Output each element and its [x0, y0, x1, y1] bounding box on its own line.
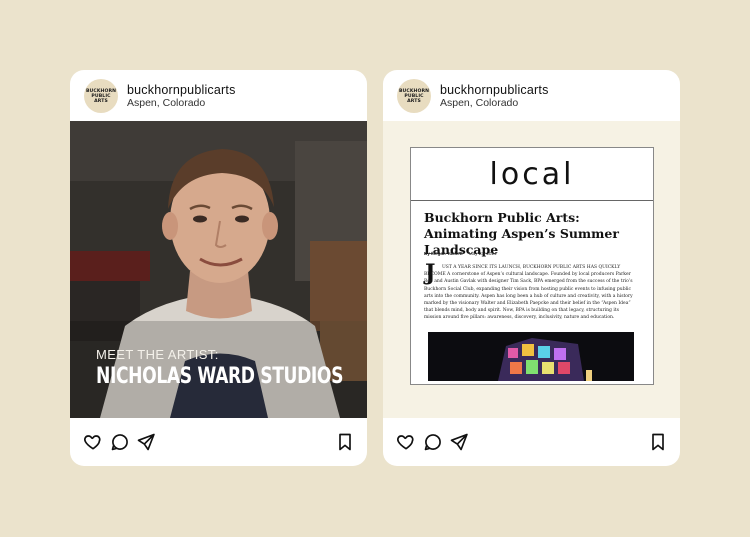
comment-icon[interactable]: [423, 432, 443, 452]
comment-icon[interactable]: [110, 432, 130, 452]
post-header: BUCKHORN PUBLIC ARTS buckhornpublicarts …: [383, 70, 680, 121]
post-card-artist: BUCKHORN PUBLIC ARTS buckhornpublicarts …: [70, 70, 367, 466]
location[interactable]: Aspen, Colorado: [440, 97, 518, 109]
heart-icon[interactable]: [396, 432, 416, 452]
article-photo-building: [428, 332, 634, 381]
article-byline: By Megan Tackett May 23, 2024: [424, 251, 497, 256]
avatar[interactable]: BUCKHORN PUBLIC ARTS: [397, 79, 431, 113]
overlay-caption-small: MEET THE ARTIST:: [96, 347, 219, 362]
share-icon[interactable]: [449, 432, 469, 452]
post-article-image[interactable]: local Buckhorn Public Arts: Animating As…: [383, 121, 680, 418]
heart-icon[interactable]: [83, 432, 103, 452]
username[interactable]: buckhornpublicarts: [440, 83, 549, 97]
post-actions: [383, 418, 680, 466]
post-card-article: BUCKHORN PUBLIC ARTS buckhornpublicarts …: [383, 70, 680, 466]
overlay-caption-large: NICHOLAS WARD STUDIOS: [96, 364, 344, 389]
location[interactable]: Aspen, Colorado: [127, 97, 205, 109]
byline-author: By Megan Tackett: [424, 251, 463, 256]
post-header: BUCKHORN PUBLIC ARTS buckhornpublicarts …: [70, 70, 367, 121]
share-icon[interactable]: [136, 432, 156, 452]
masthead: local: [411, 148, 653, 201]
post-photo[interactable]: MEET THE ARTIST: NICHOLAS WARD STUDIOS: [70, 121, 367, 418]
masthead-title: local: [489, 156, 575, 192]
newspaper-clipping: local Buckhorn Public Arts: Animating As…: [410, 147, 654, 385]
bookmark-icon[interactable]: [648, 432, 668, 452]
post-actions: [70, 418, 367, 466]
byline-date: May 23, 2024: [468, 251, 497, 256]
username[interactable]: buckhornpublicarts: [127, 83, 236, 97]
avatar-text-line: ARTS: [407, 98, 421, 104]
bookmark-icon[interactable]: [335, 432, 355, 452]
avatar-text-line: ARTS: [94, 98, 108, 104]
article-body: UST A YEAR SINCE ITS LAUNCH, BUCKHORN PU…: [424, 265, 633, 321]
avatar[interactable]: BUCKHORN PUBLIC ARTS: [84, 79, 118, 113]
